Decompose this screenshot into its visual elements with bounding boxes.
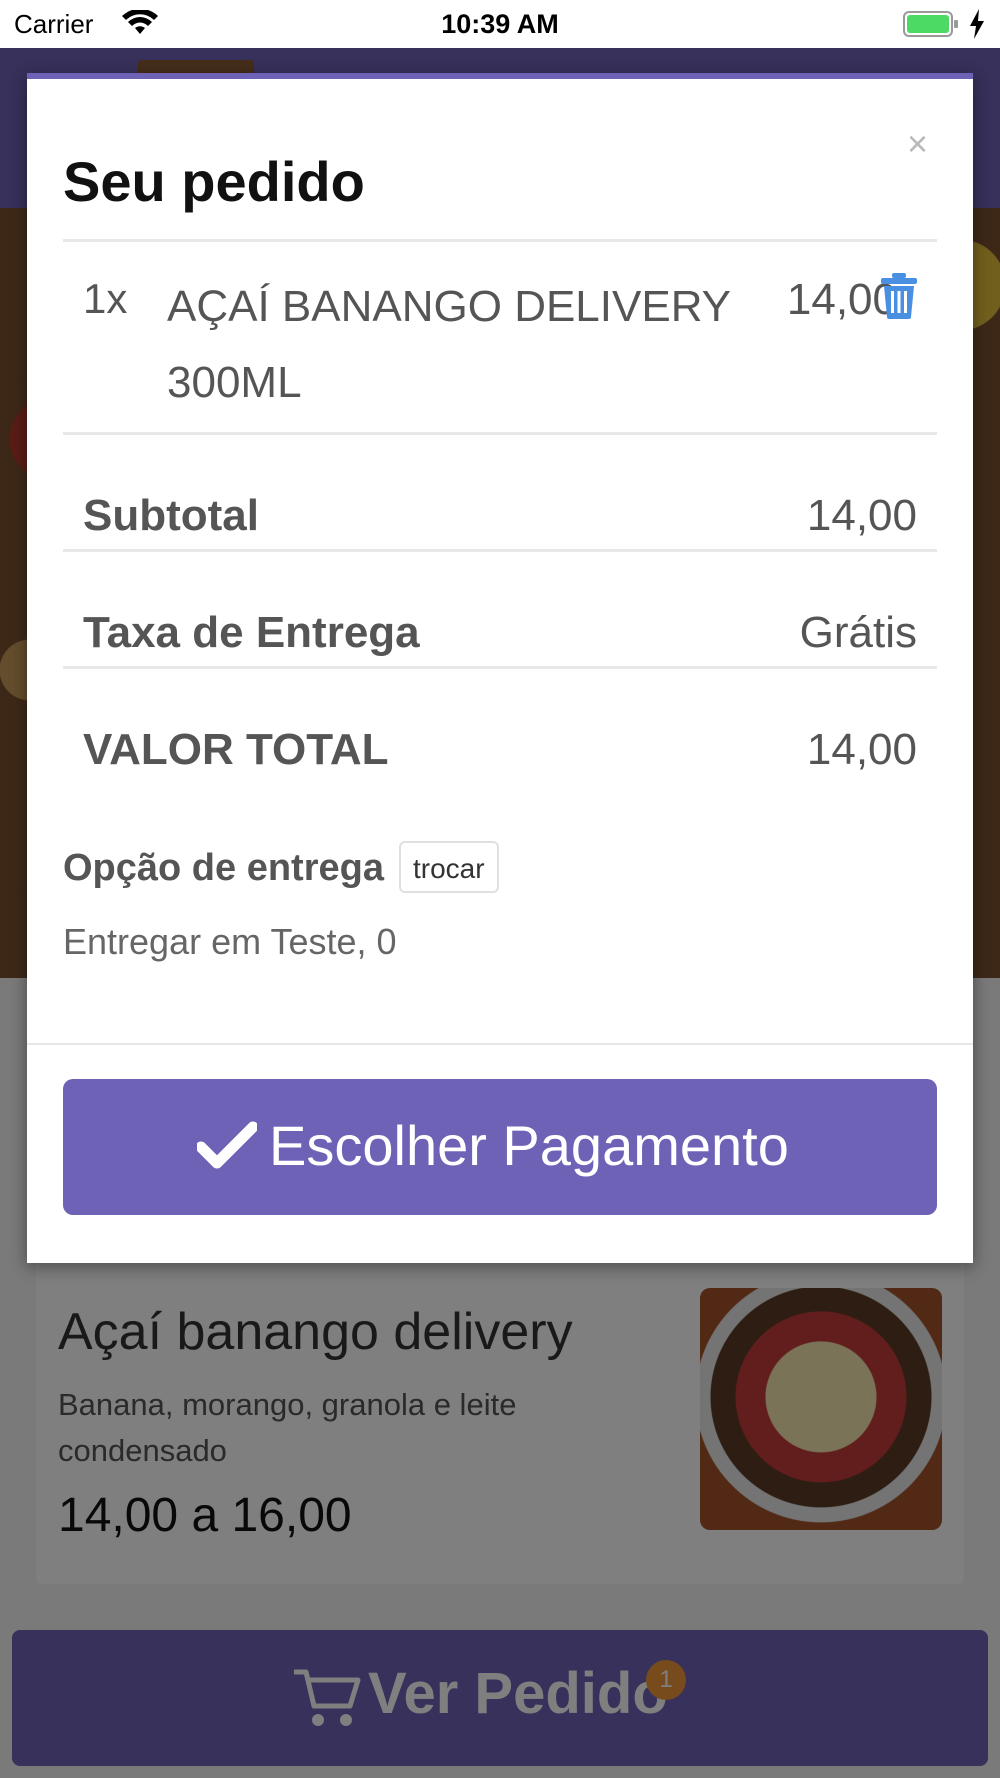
change-delivery-button[interactable]: trocar: [399, 841, 499, 893]
delivery-fee-value: Grátis: [799, 608, 917, 657]
check-icon: [197, 1121, 257, 1169]
item-price: 14,00: [786, 275, 897, 324]
battery-icon: [903, 11, 958, 37]
choose-payment-button[interactable]: Escolher Pagamento: [63, 1079, 937, 1215]
delivery-address: Entregar em Teste, 0: [63, 921, 397, 962]
divider: [63, 549, 937, 552]
order-modal: × Seu pedido 1x AÇAÍ BANANGO DELIVERY 30…: [27, 73, 973, 1263]
total-label: VALOR TOTAL: [83, 725, 389, 774]
choose-payment-label: Escolher Pagamento: [269, 1114, 789, 1177]
trash-icon[interactable]: [879, 273, 919, 319]
modal-title: Seu pedido: [63, 150, 365, 213]
divider: [27, 1043, 973, 1045]
item-quantity: 1x: [83, 275, 128, 322]
delivery-fee-label: Taxa de Entrega: [83, 608, 420, 657]
charging-icon: [970, 9, 984, 39]
status-bar: Carrier 10:39 AM: [0, 0, 1000, 48]
subtotal-label: Subtotal: [83, 491, 259, 540]
divider: [63, 432, 937, 435]
delivery-option-label: Opção de entrega: [63, 847, 384, 889]
status-time: 10:39 AM: [441, 9, 559, 39]
subtotal-value: 14,00: [806, 491, 917, 540]
item-name: AÇAÍ BANANGO DELIVERY 300ML: [167, 282, 731, 407]
divider: [63, 666, 937, 669]
divider: [63, 239, 937, 242]
close-icon[interactable]: ×: [907, 123, 928, 165]
total-value: 14,00: [806, 725, 917, 774]
